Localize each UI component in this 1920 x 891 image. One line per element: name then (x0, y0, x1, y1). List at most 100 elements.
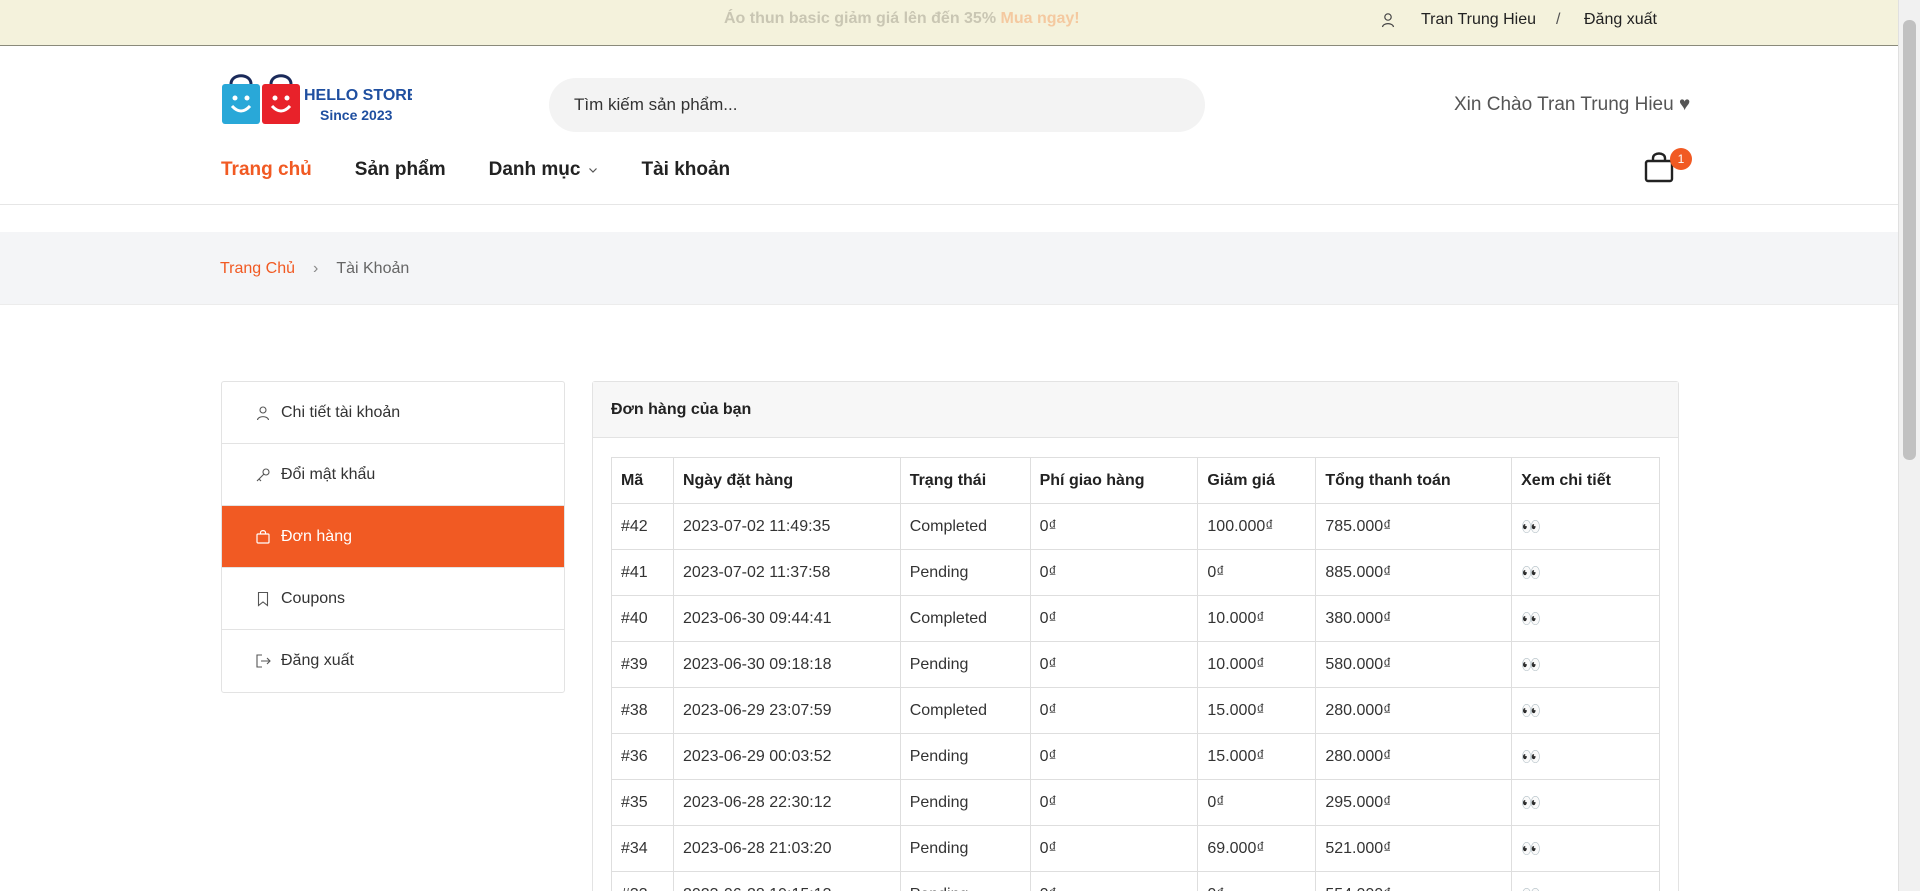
view-details-button[interactable]: 👀 (1511, 595, 1660, 642)
table-cell: 2023-06-29 00:03:52 (672, 733, 901, 780)
table-cell: 0₫ (1029, 687, 1199, 734)
table-cell: 0₫ (1029, 503, 1199, 550)
promo-message: Áo thun basic giảm giá lên đến 35% (724, 10, 1001, 27)
view-details-button[interactable]: 👀 (1511, 549, 1660, 596)
table-cell: Pending (899, 825, 1031, 872)
logo-since: Since 2023 (320, 107, 393, 123)
promo-link[interactable]: Mua ngay! (1001, 10, 1080, 27)
table-cell: 0₫ (1029, 779, 1199, 826)
user-icon (256, 405, 270, 420)
orders-title: Đơn hàng của bạn (593, 382, 1678, 438)
table-cell: 10.000₫ (1197, 595, 1317, 642)
view-details-button[interactable]: 👀 (1511, 871, 1660, 891)
table-cell: 554.000₫ (1315, 871, 1513, 891)
top-logout-link[interactable]: Đăng xuất (1584, 11, 1657, 29)
table-cell: 0₫ (1197, 549, 1317, 596)
table-cell: 2023-06-28 21:03:20 (672, 825, 901, 872)
table-cell: #34 (611, 825, 674, 872)
table-cell: 15.000₫ (1197, 687, 1317, 734)
table-cell: 0₫ (1029, 549, 1199, 596)
breadcrumb: Trang Chủ › Tài Khoản (220, 260, 409, 278)
table-cell: 580.000₫ (1315, 641, 1513, 688)
sidebar-item-label: Đổi mật khẩu (281, 465, 376, 483)
table-cell: 0₫ (1029, 825, 1199, 872)
store-logo[interactable]: HELLO STORE Since 2023 (220, 70, 412, 132)
table-cell: #42 (611, 503, 674, 550)
table-column-header: Mã (611, 457, 674, 504)
table-column-header: Phí giao hàng (1029, 457, 1199, 504)
scrollbar-thumb[interactable] (1903, 20, 1916, 460)
view-details-button[interactable]: 👀 (1511, 641, 1660, 688)
nav-products[interactable]: Sản phẩm (355, 159, 446, 181)
orders-panel: Đơn hàng của bạn Mã Ngày đặt hàng Trạng th… (592, 381, 1679, 891)
view-details-button[interactable]: 👀 (1511, 825, 1660, 872)
table-cell: 2023-06-28 22:30:12 (672, 779, 901, 826)
orders-table: Mã Ngày đặt hàng Trạng thái Phí giao hàng Gi… (611, 457, 1660, 891)
table-column-header: Ngày đặt hàng (672, 457, 901, 504)
table-cell: 15.000₫ (1197, 733, 1317, 780)
sidebar-item-label: Chi tiết tài khoản (281, 403, 401, 421)
view-details-button[interactable]: 👀 (1511, 503, 1660, 550)
table-cell: 2023-07-02 11:37:58 (672, 549, 901, 596)
table-cell: 0₫ (1029, 595, 1199, 642)
search-input[interactable] (549, 78, 1205, 132)
key-icon (256, 467, 270, 481)
table-column-header: Xem chi tiết (1511, 457, 1660, 504)
header-divider (0, 204, 1898, 205)
table-cell: Completed (899, 595, 1031, 642)
nav-account[interactable]: Tài khoản (641, 159, 730, 181)
cart-count-badge: 1 (1670, 148, 1692, 170)
table-cell: #33 (611, 871, 674, 891)
table-cell: 2023-06-29 23:07:59 (672, 687, 901, 734)
sidebar-item-label: Đăng xuất (281, 652, 354, 669)
promo-text: Áo thun basic giảm giá lên đến 35% Mua n… (724, 10, 1080, 28)
top-user-link[interactable]: Tran Trung Hieu (1421, 11, 1536, 29)
view-details-button[interactable]: 👀 (1511, 779, 1660, 826)
table-cell: 295.000₫ (1315, 779, 1513, 826)
table-row: #42 2023-07-02 11:49:35 Completed 0₫ 100.000… (611, 503, 1660, 550)
sidebar-item-logout[interactable]: Đăng xuất (222, 630, 564, 692)
nav-categories[interactable]: Danh mục (489, 159, 599, 181)
table-cell: 69.000₫ (1197, 825, 1317, 872)
sidebar-item-change-password[interactable]: Đổi mật khẩu (222, 444, 564, 506)
sidebar-item-orders[interactable]: Đơn hàng (222, 506, 564, 568)
table-cell: Pending (899, 871, 1031, 891)
view-details-button[interactable]: 👀 (1511, 687, 1660, 734)
table-cell: 380.000₫ (1315, 595, 1513, 642)
nav-categories-label: Danh mục (488, 159, 581, 180)
table-row: #36 2023-06-29 00:03:52 Pending 0₫ 15.000₫ 28… (611, 733, 1660, 780)
table-row: #40 2023-06-30 09:44:41 Completed 0₫ 10.000₫… (611, 595, 1660, 642)
table-column-header: Trạng thái (899, 457, 1031, 504)
table-cell: #39 (611, 641, 674, 688)
table-cell: 100.000₫ (1197, 503, 1317, 550)
breadcrumb-home[interactable]: Trang Chủ (220, 260, 295, 278)
table-cell: 521.000₫ (1315, 825, 1513, 872)
bookmark-icon (257, 591, 269, 607)
table-cell: Completed (899, 503, 1031, 550)
table-cell: 0₫ (1029, 641, 1199, 688)
view-details-button[interactable]: 👀 (1511, 733, 1660, 780)
table-cell: 2023-06-30 09:18:18 (672, 641, 901, 688)
sidebar-item-label: Coupons (281, 589, 346, 607)
table-column-header: Giảm giá (1197, 457, 1317, 504)
table-row: #41 2023-07-02 11:37:58 Pending 0₫ 0₫ 885.000… (611, 549, 1660, 596)
table-cell: Pending (899, 733, 1031, 780)
nav-home[interactable]: Trang chủ (221, 159, 312, 181)
sidebar-item-coupons[interactable]: Coupons (222, 568, 564, 630)
sidebar-item-account-details[interactable]: Chi tiết tài khoản (222, 382, 564, 444)
account-sidebar: Chi tiết tài khoản Đổi mật khẩu Đơn hàng… (221, 381, 565, 693)
table-cell: 280.000₫ (1315, 733, 1513, 780)
main-nav: Trang chủ Sản phẩm Danh mục Tài khoản (221, 159, 773, 181)
table-row: #38 2023-06-29 23:07:59 Completed 0₫ 15.000₫… (611, 687, 1660, 734)
table-cell: Pending (899, 641, 1031, 688)
table-cell: #41 (611, 549, 674, 596)
table-cell: Pending (899, 779, 1031, 826)
table-body: #42 2023-07-02 11:49:35 Completed 0₫ 100.000… (611, 503, 1660, 891)
user-icon (1381, 13, 1395, 28)
table-cell: 2023-06-28 19:15:13 (672, 871, 901, 891)
table-row: #35 2023-06-28 22:30:12 Pending 0₫ 0₫ 295.000… (611, 779, 1660, 826)
table-cell: Pending (899, 549, 1031, 596)
table-cell: 10.000₫ (1197, 641, 1317, 688)
table-cell: #35 (611, 779, 674, 826)
table-cell: 2023-07-02 11:49:35 (672, 503, 901, 550)
